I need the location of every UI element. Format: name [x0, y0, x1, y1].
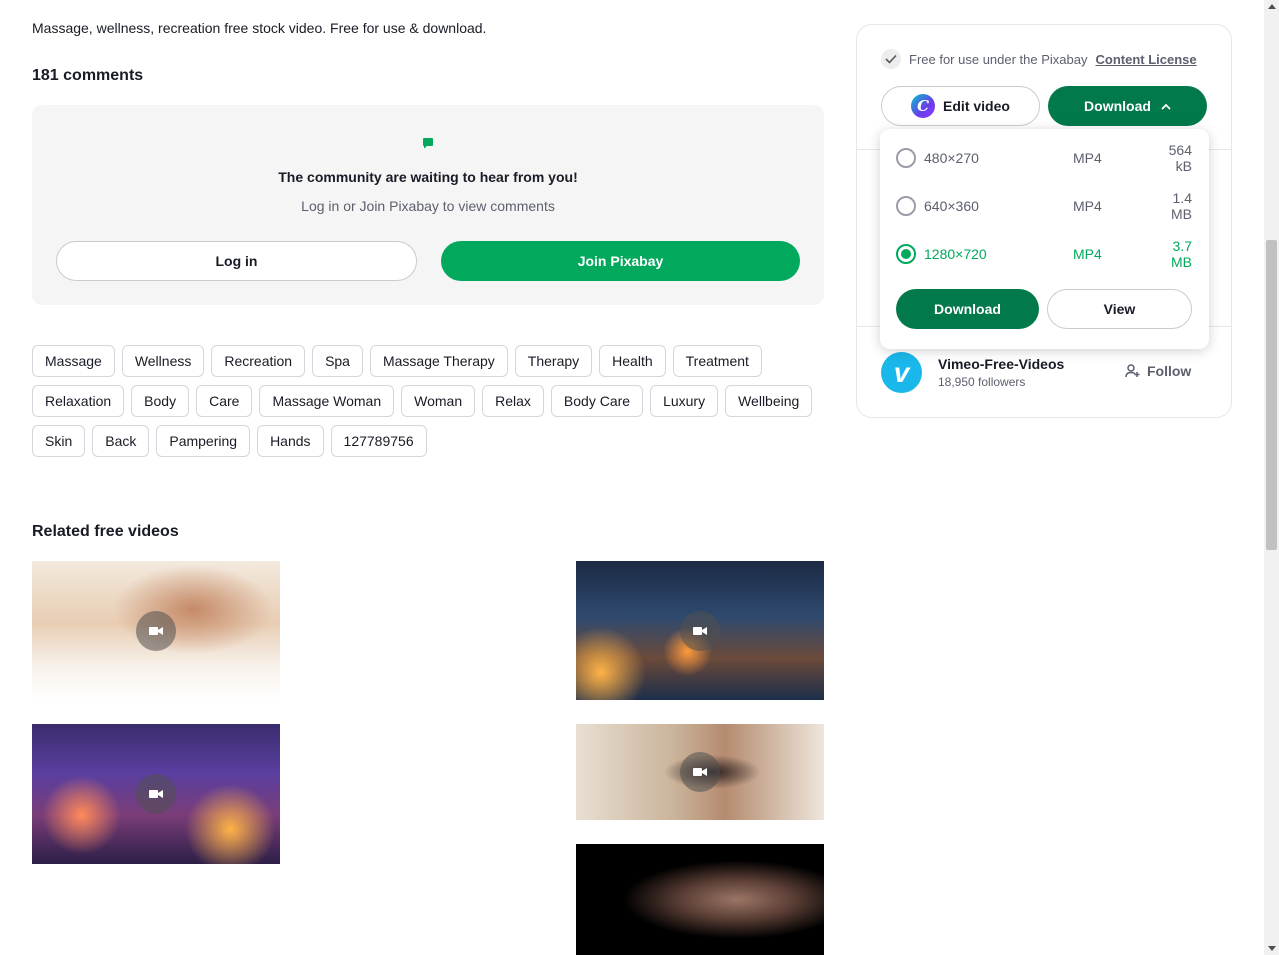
tag-chip[interactable]: Treatment [672, 345, 762, 377]
tag-chip[interactable]: Back [92, 425, 150, 457]
download-dropdown: 480×270 MP4 564 kB 640×360 MP4 1.4 MB 12… [880, 129, 1209, 349]
video-camera-icon [136, 774, 176, 814]
follow-button[interactable]: Follow [1125, 363, 1191, 379]
comments-box: The community are waiting to hear from y… [32, 105, 824, 305]
option-resolution: 640×360 [924, 198, 979, 214]
license-row: Free for use under the Pixabay Content L… [881, 49, 1197, 69]
tag-chip[interactable]: Woman [401, 385, 476, 417]
login-button[interactable]: Log in [56, 241, 417, 281]
tag-chip[interactable]: Skin [32, 425, 86, 457]
author-info[interactable]: v Vimeo-Free-Videos 18,950 followers [881, 352, 1064, 393]
tag-chip[interactable]: Pampering [156, 425, 251, 457]
tag-chip[interactable]: Wellness [121, 345, 205, 377]
check-icon [881, 49, 901, 69]
tag-chip[interactable]: Relaxation [32, 385, 125, 417]
related-video-thumbnail[interactable] [32, 724, 280, 864]
tag-chip[interactable]: Care [196, 385, 253, 417]
video-camera-icon [680, 610, 720, 651]
tag-chip[interactable]: Massage Therapy [369, 345, 508, 377]
comments-title: 181 comments [32, 67, 144, 84]
chat-icon [423, 138, 433, 149]
tag-chip[interactable]: Therapy [514, 345, 593, 377]
download-button[interactable]: Download [896, 289, 1039, 329]
scrollbar[interactable] [1264, 0, 1279, 955]
download-toggle-label: Download [1084, 98, 1151, 114]
tag-chip[interactable]: Spa [312, 345, 363, 377]
author-followers: 18,950 followers [938, 375, 1026, 389]
video-camera-icon [680, 752, 720, 792]
scroll-down-arrow[interactable] [1268, 946, 1276, 951]
download-option[interactable]: 480×270 MP4 564 kB [896, 142, 1192, 174]
tag-chip[interactable]: Massage [32, 345, 115, 377]
tag-chip[interactable]: Wellbeing [725, 385, 813, 417]
option-size: 564 kB [1168, 142, 1192, 174]
related-videos-title: Related free videos [32, 523, 179, 540]
video-camera-icon [136, 610, 176, 651]
follow-label: Follow [1147, 363, 1192, 379]
scroll-up-arrow[interactable] [1268, 4, 1276, 9]
radio-button[interactable] [896, 148, 916, 168]
tag-chip[interactable]: Body Care [550, 385, 644, 417]
option-format: MP4 [1073, 198, 1102, 214]
radio-button[interactable] [896, 196, 916, 216]
related-video-thumbnail[interactable] [576, 724, 824, 820]
option-format: MP4 [1073, 150, 1102, 166]
download-toggle-button[interactable]: Download [1048, 86, 1207, 126]
option-format: MP4 [1073, 246, 1102, 262]
edit-video-label: Edit video [943, 98, 1010, 114]
related-video-thumbnail[interactable] [32, 561, 280, 700]
scroll-thumb[interactable] [1266, 240, 1277, 550]
tag-chip[interactable]: Body [131, 385, 190, 417]
content-license-link[interactable]: Content License [1096, 52, 1197, 67]
option-size: 3.7 MB [1171, 238, 1192, 270]
join-button[interactable]: Join Pixabay [441, 241, 800, 281]
edit-video-button[interactable]: C Edit video [881, 86, 1040, 126]
option-resolution: 1280×720 [924, 246, 987, 262]
tag-chip[interactable]: Relax [482, 385, 544, 417]
option-resolution: 480×270 [924, 150, 979, 166]
canva-icon: C [911, 94, 936, 118]
related-video-thumbnail[interactable] [576, 844, 824, 955]
download-option[interactable]: 1280×720 MP4 3.7 MB [896, 238, 1192, 270]
author-avatar: v [881, 352, 922, 393]
tag-chip[interactable]: Recreation [211, 345, 306, 377]
tag-list: Massage Wellness Recreation Spa Massage Ther… [32, 345, 824, 457]
tag-chip[interactable]: Massage Woman [259, 385, 395, 417]
related-video-thumbnail[interactable] [576, 561, 824, 700]
tag-chip[interactable]: 127789756 [330, 425, 427, 457]
tag-chip[interactable]: Health [599, 345, 666, 377]
community-text: The community are waiting to hear from y… [278, 169, 578, 185]
license-text: Free for use under the Pixabay [909, 51, 1088, 67]
video-description: Massage, wellness, recreation free stock… [32, 20, 487, 36]
chevron-up-icon [1161, 103, 1171, 110]
radio-button[interactable] [896, 244, 916, 264]
tag-chip[interactable]: Luxury [650, 385, 719, 417]
add-user-icon [1125, 364, 1140, 378]
tag-chip[interactable]: Hands [257, 425, 324, 457]
login-hint: Log in or Join Pixabay to view comments [301, 198, 555, 214]
download-option[interactable]: 640×360 MP4 1.4 MB [896, 190, 1192, 222]
option-size: 1.4 MB [1171, 190, 1192, 222]
view-button[interactable]: View [1047, 289, 1192, 329]
author-name: Vimeo-Free-Videos [938, 356, 1065, 372]
